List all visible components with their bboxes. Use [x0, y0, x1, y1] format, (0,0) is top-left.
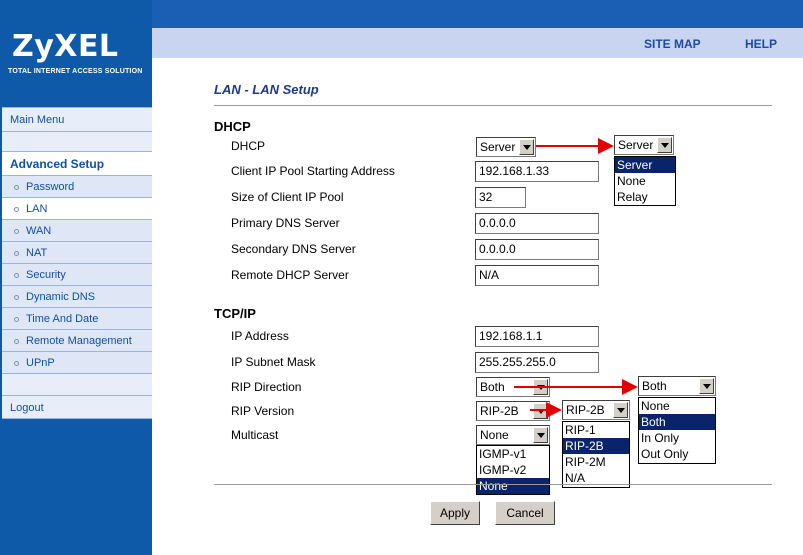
- sidebar-spacer: [2, 131, 152, 151]
- sidebar-item-label: UPnP: [26, 357, 55, 369]
- sidebar-item-label: Security: [26, 269, 66, 281]
- sidebar-item-time-and-date[interactable]: Time And Date: [2, 307, 152, 329]
- radio-dot-icon: [14, 360, 19, 366]
- advanced-setup-heading[interactable]: Advanced Setup: [2, 151, 152, 175]
- sidebar-item-dynamic-dns[interactable]: Dynamic DNS: [2, 285, 152, 307]
- sidebar-item-password[interactable]: Password: [2, 175, 152, 197]
- brand-tagline: TOTAL INTERNET ACCESS SOLUTION: [8, 68, 143, 75]
- sidebar: Main Menu Advanced Setup Password LAN WA…: [0, 85, 152, 555]
- main-menu-link[interactable]: Main Menu: [2, 107, 152, 131]
- brand-logo: ZyXEL TOTAL INTERNET ACCESS SOLUTION: [0, 0, 152, 85]
- main-content: LAN - LAN Setup DHCP DHCP Server Client …: [152, 58, 803, 555]
- sidebar-item-upnp[interactable]: UPnP: [2, 351, 152, 373]
- sidebar-item-security[interactable]: Security: [2, 263, 152, 285]
- radio-dot-icon: [14, 316, 19, 322]
- annotation-arrows: [514, 138, 638, 418]
- sidebar-item-remote-management[interactable]: Remote Management: [2, 329, 152, 351]
- sidebar-item-label: Time And Date: [26, 313, 99, 325]
- radio-dot-icon: [14, 184, 19, 190]
- top-stripe: [152, 0, 803, 28]
- sidebar-item-lan[interactable]: LAN: [2, 197, 152, 219]
- radio-dot-icon: [14, 228, 19, 234]
- radio-dot-icon: [14, 294, 19, 300]
- sidebar-item-label: LAN: [26, 203, 48, 215]
- logout-link[interactable]: Logout: [2, 395, 152, 419]
- radio-dot-icon: [14, 272, 19, 278]
- sidebar-item-label: Dynamic DNS: [26, 291, 96, 303]
- main-menu-label: Main Menu: [10, 114, 65, 126]
- site-map-link[interactable]: SITE MAP: [644, 37, 701, 51]
- advanced-setup-label: Advanced Setup: [10, 157, 105, 171]
- logout-label: Logout: [10, 402, 44, 414]
- sidebar-item-nat[interactable]: NAT: [2, 241, 152, 263]
- sidebar-spacer: [2, 373, 152, 395]
- sidebar-item-label: NAT: [26, 247, 48, 259]
- help-link[interactable]: HELP: [745, 37, 777, 51]
- brand-name: ZyXEL: [12, 29, 119, 64]
- radio-dot-icon: [14, 250, 19, 256]
- sidebar-item-wan[interactable]: WAN: [2, 219, 152, 241]
- sidebar-item-label: Password: [26, 181, 75, 193]
- sidebar-item-label: WAN: [26, 225, 52, 237]
- sidebar-item-label: Remote Management: [26, 335, 132, 347]
- radio-dot-icon: [14, 338, 19, 344]
- radio-dot-icon: [14, 206, 19, 212]
